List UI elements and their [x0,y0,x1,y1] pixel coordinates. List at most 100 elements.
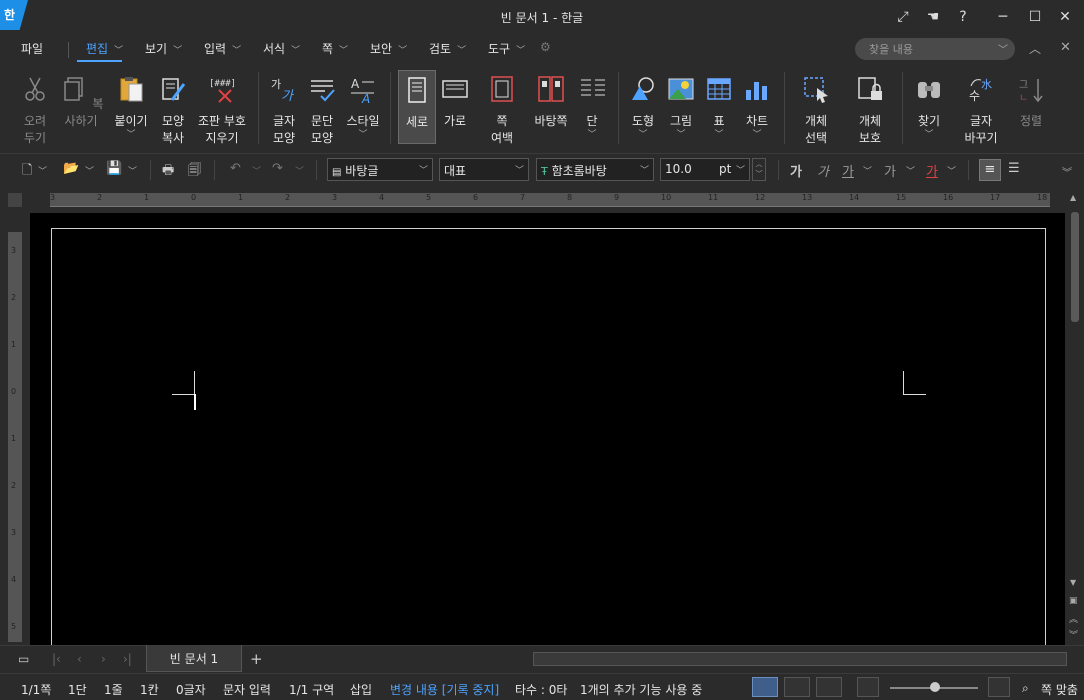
menu-tools[interactable]: 도구 ﹀ [488,40,525,57]
status-insert[interactable]: 삽입 [350,681,372,698]
underline-icon[interactable]: 가 [842,161,854,180]
scroll-thumb[interactable] [1071,212,1079,322]
close-button[interactable]: ✕ [1054,6,1076,28]
format-copy-button[interactable]: 모양 복사 [156,74,190,147]
view-mode-width-button[interactable] [784,677,810,697]
chevron-down-icon[interactable]: ﹀ [947,164,956,177]
prev-page-icon[interactable]: ︽ [1069,612,1078,625]
menu-insert[interactable]: 입력 ﹀ [204,40,241,57]
protect-object-button[interactable]: 개체 보호 [852,74,888,147]
justify-icon[interactable]: ≡ [979,159,1001,181]
chart-button[interactable]: 차트 ﹀ [742,74,772,140]
columns-button[interactable]: 단 ﹀ [578,74,606,140]
zoom-slider-thumb[interactable] [930,682,940,692]
cut-button[interactable]: 오려 두기 [18,74,52,147]
replace-button[interactable]: 수水 글자 바꾸기 [960,74,1002,147]
scroll-down-icon[interactable]: ▼ [1070,578,1076,587]
copy-button[interactable]: 복사하기 [58,74,104,130]
menu-review[interactable]: 검토 ﹀ [429,40,466,57]
memo-icon[interactable]: ▭ [18,652,29,666]
more-tools-icon[interactable]: ︾ [1062,164,1072,179]
font-select[interactable]: Ŧ 함초롬바탕 ﹀ [536,158,654,181]
style-select[interactable]: ▤ 바탕글 ﹀ [327,158,433,181]
vertical-ruler[interactable]: 3 2 1 0 1 2 3 4 5 [8,232,22,642]
font-size-field[interactable]: 10.0 pt ﹀ [660,158,750,181]
align-left-icon[interactable]: ☰ [1008,161,1020,176]
menu-page[interactable]: 쪽 ﹀ [322,40,348,57]
fit-page-icon[interactable] [988,677,1010,697]
new-document-icon[interactable]: 🗋 [22,161,32,183]
landscape-button[interactable]: 가로 [438,74,472,130]
strikethrough-icon[interactable]: 가 [884,161,896,180]
chevron-down-icon[interactable]: ﹀ [863,164,872,177]
menu-view[interactable]: 보기 ﹀ [145,40,182,57]
page-margin-button[interactable]: 쪽 여백 [484,74,520,147]
text-color-icon[interactable]: 가 [926,161,938,180]
style-button[interactable]: AA 스타일 ﹀ [344,74,382,140]
search-input[interactable]: 찾을 내용 [855,38,1015,60]
ruler-corner[interactable] [8,193,22,207]
open-folder-icon[interactable]: 📂 [63,161,79,176]
para-shape-button[interactable]: 문단 모양 [305,74,339,147]
chevron-down-icon[interactable]: ﹀ [906,164,915,177]
document-tab[interactable]: 빈 문서 1 [146,645,242,672]
add-tab-icon[interactable]: + [250,650,263,668]
sort-button[interactable]: 그ㄴ 정렬 [1016,74,1046,130]
chevron-down-icon[interactable]: ﹀ [128,164,137,177]
page[interactable] [51,228,1046,648]
next-page-icon[interactable]: ︾ [1069,628,1078,641]
save-icon[interactable]: 💾 [106,161,122,176]
menu-edit[interactable]: 편집 ﹀ [86,40,123,57]
collab-icon[interactable]: ⚙ [540,40,551,54]
status-page[interactable]: 1/1쪽 [21,681,51,698]
master-page-button[interactable]: 바탕쪽 [530,74,572,130]
chevron-down-icon[interactable]: ﹀ [295,164,304,177]
print-preview-icon[interactable]: 🗐 [188,161,201,183]
horizontal-scrollbar[interactable] [533,652,1067,666]
chevron-down-icon[interactable]: ﹀ [38,164,47,177]
menu-file[interactable]: 파일 [21,40,43,57]
size-stepper[interactable]: ︿ ﹀ [752,158,766,181]
first-tab-icon[interactable]: |‹ [52,652,61,666]
minimize-button[interactable]: ─ [992,6,1014,28]
menu-security[interactable]: 보안 ﹀ [370,40,407,57]
prev-tab-icon[interactable]: ‹ [77,652,82,666]
maximize-button[interactable]: ☐ [1024,6,1046,28]
shape-button[interactable]: 도형 ﹀ [628,74,658,140]
undo-icon[interactable]: ↶ [230,161,241,176]
menu-format[interactable]: 서식 ﹀ [263,40,300,57]
chevron-down-icon[interactable]: ﹀ [998,41,1008,56]
status-input-mode[interactable]: 문자 입력 [223,681,271,698]
bold-icon[interactable]: 가 [790,161,802,180]
next-tab-icon[interactable]: › [101,652,106,666]
italic-icon[interactable]: 가 [817,161,829,180]
page-view-icon[interactable]: ▣ [1069,596,1078,606]
zoom-box-icon[interactable] [857,677,879,697]
status-addons[interactable]: 1개의 추가 기능 사용 중 [580,681,702,698]
outline-select[interactable]: 대표 ﹀ [439,158,529,181]
redo-icon[interactable]: ↷ [272,161,283,176]
view-mode-page-button[interactable] [816,677,842,697]
paste-button[interactable]: 붙이기 ﹀ [114,74,148,140]
magnifier-icon[interactable]: ⌕ [1022,681,1029,696]
chevron-down-icon[interactable]: ﹀ [252,164,261,177]
help-icon[interactable]: ? [952,6,974,28]
clear-marks-button[interactable]: [###] 조판 부호 지우기 [196,74,248,147]
portrait-button[interactable]: 세로 [398,70,436,144]
status-track-changes[interactable]: 변경 내용 [기록 중지] [390,681,499,698]
horizontal-ruler[interactable]: 3 2 1 0 1 2 3 4 5 6 7 8 9 10 11 12 13 14 15 16 17 18 [50,193,1050,207]
close-search-icon[interactable]: ✕ [1060,40,1071,55]
picture-button[interactable]: 그림 ﹀ [666,74,696,140]
scroll-up-icon[interactable]: ▲ [1070,193,1076,202]
chevron-down-icon[interactable]: ﹀ [85,164,94,177]
last-tab-icon[interactable]: ›| [123,652,132,666]
table-button[interactable]: 표 ﹀ [704,74,734,140]
hand-icon[interactable]: ☚ [922,6,944,28]
find-button[interactable]: 찾기 ﹀ [914,74,944,140]
collapse-ribbon-icon[interactable]: ︿ [1029,40,1041,57]
select-object-button[interactable]: 개체 선택 [798,74,834,147]
zoom-fit-button[interactable]: 쪽 맞춤 [1041,681,1078,698]
print-icon[interactable]: 🖶 [162,161,174,183]
expand-icon[interactable]: ⤢ [892,6,914,28]
view-mode-normal-button[interactable] [752,677,778,697]
